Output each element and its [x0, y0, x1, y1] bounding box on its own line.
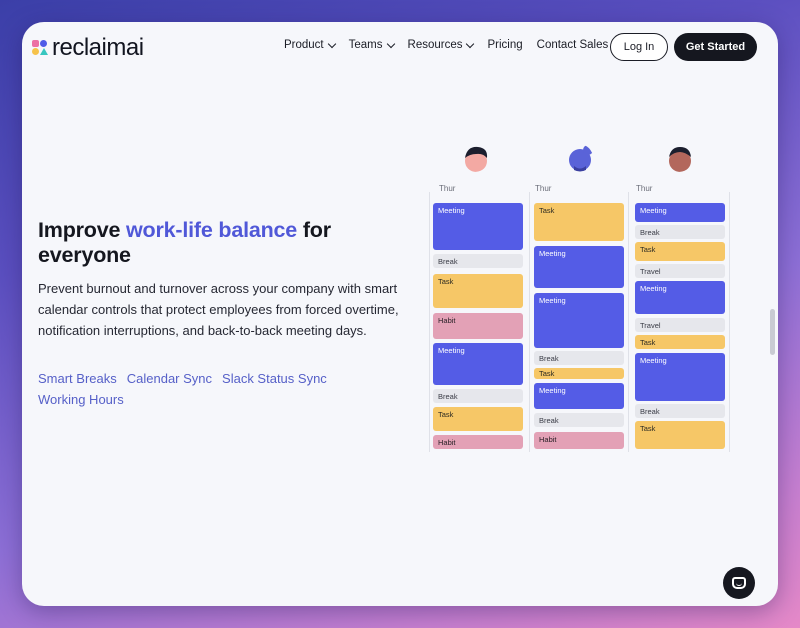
hero-title: Improve work-life balance for everyone: [38, 218, 378, 268]
event-block: Break: [635, 404, 725, 418]
event-block: Meeting: [433, 343, 523, 385]
event-block: Meeting: [635, 203, 725, 222]
event-block: Habit: [433, 313, 523, 339]
event-block: Task: [635, 242, 725, 261]
browser-window: reclaimai Product Teams Resources Pricin…: [22, 22, 778, 606]
event-block: Task: [635, 335, 725, 349]
event-block: Task: [433, 407, 523, 431]
get-started-button[interactable]: Get Started: [674, 33, 757, 61]
event-block: Meeting: [534, 383, 624, 409]
tag-working-hours[interactable]: Working Hours: [38, 389, 124, 410]
tag-calendar-sync[interactable]: Calendar Sync: [127, 368, 212, 389]
tag-slack-status-sync[interactable]: Slack Status Sync: [222, 368, 327, 389]
logo-text: reclaimai: [52, 34, 144, 61]
chevron-down-icon: [466, 39, 475, 48]
event-block: Meeting: [534, 293, 624, 348]
title-accent: work-life balance: [126, 218, 298, 242]
nav-pricing[interactable]: Pricing: [487, 39, 522, 51]
event-block: Meeting: [433, 203, 523, 250]
event-block: Task: [433, 274, 523, 308]
column-divider: [429, 192, 430, 452]
chevron-down-icon: [327, 39, 336, 48]
feature-tags: Smart Breaks Calendar Sync Slack Status …: [38, 368, 378, 410]
chevron-down-icon: [386, 39, 395, 48]
column-divider: [529, 192, 530, 452]
event-block: Habit: [534, 432, 624, 449]
event-block: Travel: [635, 264, 725, 278]
nav-label: Pricing: [487, 39, 523, 51]
event-block: Travel: [635, 318, 725, 332]
event-block: Break: [534, 351, 624, 365]
person-avatar-icon: [569, 145, 593, 172]
chat-icon: [732, 577, 746, 589]
event-block: Break: [433, 389, 523, 403]
event-block: Task: [534, 368, 624, 379]
hero-description: Prevent burnout and turnover across your…: [38, 281, 399, 338]
event-block: Meeting: [635, 281, 725, 314]
event-block: Habit: [433, 435, 523, 449]
logo[interactable]: reclaimai: [32, 36, 144, 60]
top-nav: reclaimai Product Teams Resources Pricin…: [22, 22, 778, 72]
event-block: Break: [635, 225, 725, 239]
login-button[interactable]: Log In: [610, 33, 668, 61]
event-block: Break: [433, 254, 523, 268]
nav-resources[interactable]: Resources: [407, 39, 475, 51]
nav-links: Product Teams Resources Pricing Contact …: [284, 39, 622, 51]
person-avatar-icon: [669, 147, 691, 172]
nav-label: Contact Sales: [536, 39, 609, 51]
title-pre: Improve: [38, 218, 127, 242]
day-label: Thur: [439, 184, 456, 193]
chat-button[interactable]: [723, 567, 755, 599]
nav-label: Product: [284, 39, 324, 51]
scrollbar[interactable]: [770, 309, 775, 355]
event-block: Break: [534, 413, 624, 427]
tag-smart-breaks[interactable]: Smart Breaks: [38, 368, 117, 389]
column-divider: [628, 192, 629, 452]
nav-contact-sales[interactable]: Contact Sales: [537, 39, 609, 51]
event-block: Meeting: [635, 353, 725, 401]
nav-product[interactable]: Product: [284, 39, 336, 51]
nav-label: Teams: [348, 39, 383, 51]
day-label: Thur: [636, 184, 653, 193]
day-label: Thur: [535, 184, 552, 193]
event-block: Meeting: [534, 246, 624, 288]
column-divider: [729, 192, 730, 452]
event-block: Task: [635, 421, 725, 449]
logo-mark-icon: [32, 40, 48, 56]
event-block: Task: [534, 203, 624, 241]
person-avatar-icon: [465, 146, 488, 172]
nav-label: Resources: [407, 39, 463, 51]
nav-teams[interactable]: Teams: [348, 39, 395, 51]
